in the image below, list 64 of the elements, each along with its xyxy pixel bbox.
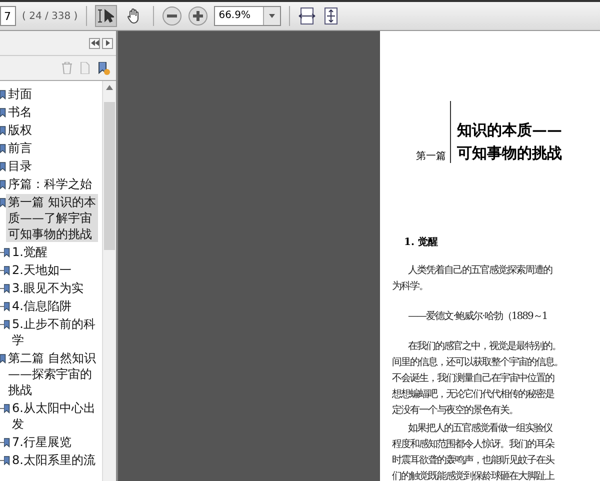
bookmark-icon (0, 125, 6, 137)
epigraph-text: 为科学。 (392, 280, 428, 294)
bookmark-item[interactable]: 第一篇 知识的本质——了解宇宙可知事物的挑战 (6, 194, 98, 242)
select-tool-button[interactable] (94, 5, 117, 27)
bookmark-item[interactable]: 3.眼见不为实 (10, 280, 98, 296)
body-text: 在我们的感官之中，视觉是最特别的。 (407, 340, 561, 354)
bookmark-icon (0, 89, 6, 101)
bookmark-item[interactable]: 书名 (6, 104, 98, 120)
panel-menu-button[interactable] (102, 38, 113, 48)
bookmark-icon (4, 283, 10, 295)
body-text: 间里的信息，还可以获取整个宇宙的信息。 (392, 356, 563, 370)
fit-page-icon[interactable] (322, 7, 340, 25)
zoom-field[interactable]: 66.9% (214, 6, 281, 26)
page-count: ( 24 / 338 ) (22, 10, 78, 22)
page-number-field[interactable]: 7 (0, 6, 16, 26)
chapter-title: 知识的本质—— (457, 121, 562, 140)
zoom-out-icon[interactable] (162, 6, 182, 26)
double-left-arrow-icon (90, 40, 98, 46)
bookmark-icon (4, 403, 10, 415)
bookmark-icon (0, 143, 6, 155)
bookmark-item[interactable]: 6.从太阳中心出发 (10, 400, 98, 432)
caret-icon (268, 14, 275, 18)
zoom-in-icon[interactable] (188, 6, 208, 26)
select-cursor-icon (98, 8, 114, 24)
bookmark-item[interactable]: 7.行星展览 (10, 434, 98, 450)
fit-width-icon[interactable] (298, 7, 316, 25)
body-text: 如果把人的五官感觉看做一组实验仪 (407, 422, 552, 436)
bookmark-item[interactable]: 4.信息陷阱 (10, 298, 98, 314)
bookmark-icon (0, 179, 6, 191)
bookmark-item[interactable]: 序篇：科学之始 (6, 176, 98, 192)
bookmark-icon (4, 455, 10, 467)
body-text: 时震耳欲聋的轰鸣声，也能听见蚊子在头 (392, 454, 554, 468)
bookmark-icon (0, 161, 6, 173)
bookmark-icon (0, 353, 6, 365)
bookmark-item[interactable]: 封面 (6, 86, 98, 102)
bookmark-icon (4, 265, 10, 277)
bookmark-icon (4, 437, 10, 449)
bookmark-options-icon[interactable] (98, 62, 110, 74)
right-arrow-icon (106, 40, 110, 46)
section-heading: 1. 觉醒 (404, 236, 439, 249)
bookmark-item[interactable]: 1.觉醒 (10, 244, 98, 260)
bookmark-item[interactable]: 第二篇 自然知识——探索宇宙的挑战 (6, 350, 98, 398)
body-text: 程度和感知范围都令人惊讶。我们的耳朵 (392, 438, 554, 452)
bookmark-item[interactable]: 目录 (6, 158, 98, 174)
epigraph-text: 人类凭着自己的五官感觉探索周遭的 (407, 264, 552, 278)
scroll-up-arrow-icon[interactable] (106, 85, 113, 90)
attribution-text: ——爱德文·鲍威尔·哈勃（1889～1 (407, 310, 548, 324)
body-text: 不会诞生，我们测量自己在宇宙中位置的 (392, 372, 554, 386)
scrollbar[interactable] (102, 81, 116, 481)
bookmark-item[interactable]: 版权 (6, 122, 98, 138)
bookmark-item[interactable]: 前言 (6, 140, 98, 156)
part-label: 第一篇 (416, 150, 447, 163)
bookmark-item[interactable]: 8.太阳系里的流 (10, 452, 98, 468)
body-text: 想想蝙蝠吧，无论它们代代相传的秘密是 (392, 388, 554, 402)
collapse-panel-button[interactable] (89, 38, 100, 48)
bookmark-icon (0, 107, 6, 119)
bookmark-icon (4, 247, 10, 259)
bookmark-item[interactable]: 5.止步不前的科学 (10, 316, 98, 348)
body-text: 们的触觉既能感觉到保龄球砸在大脚趾上 (392, 470, 554, 481)
bookmark-icon (4, 301, 10, 313)
chapter-title: 可知事物的挑战 (457, 144, 562, 163)
body-text: 定没有一个与夜空的景色有关。 (392, 404, 518, 418)
bookmark-item[interactable]: 2.天地如一 (10, 262, 98, 278)
bookmark-icon (4, 319, 10, 331)
